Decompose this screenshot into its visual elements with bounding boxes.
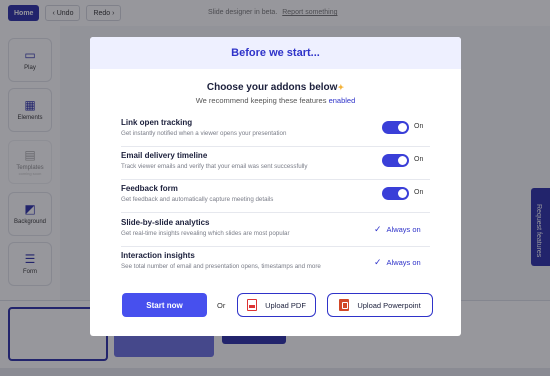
always-on-label: Always on: [386, 225, 421, 234]
feature-title: Link open tracking: [121, 118, 193, 127]
feature-title: Email delivery timeline: [121, 151, 208, 160]
toggle-state: On: [414, 123, 424, 130]
feature-slide-analytics: Slide-by-slide analytics Get real-time i…: [121, 214, 430, 247]
upload-powerpoint-label: Upload Powerpoint: [357, 300, 421, 310]
powerpoint-file-icon: [339, 299, 350, 311]
toggle-state: On: [414, 156, 424, 163]
toggle-knob: [398, 156, 407, 165]
feature-description: Get instantly notified when a viewer ope…: [121, 130, 287, 137]
email-timeline-toggle[interactable]: [382, 154, 409, 167]
or-label: Or: [217, 301, 226, 310]
feedback-form-toggle[interactable]: [382, 187, 409, 200]
addons-modal: Before we start... Choose your addons be…: [90, 37, 461, 336]
upload-pdf-button[interactable]: Upload PDF: [237, 293, 316, 317]
feature-email-delivery-timeline: Email delivery timeline Track viewer ema…: [121, 147, 430, 180]
always-on-label: Always on: [386, 258, 421, 267]
upload-powerpoint-button[interactable]: Upload Powerpoint: [327, 293, 433, 317]
modal-title: Before we start...: [90, 37, 461, 69]
check-icon: ✓: [374, 257, 382, 267]
modal-actions: Start now Or Upload PDF Upload Powerpoin…: [90, 293, 461, 317]
check-icon: ✓: [374, 224, 382, 234]
feature-title: Slide-by-slide analytics: [121, 218, 210, 227]
toggle-knob: [398, 123, 407, 132]
feature-description: See total number of email and presentati…: [121, 263, 321, 270]
feature-description: Get real-time insights revealing which s…: [121, 230, 290, 237]
toggle-state: On: [414, 189, 424, 196]
subheading-text: We recommend keeping these features: [195, 96, 327, 105]
feature-title: Interaction insights: [121, 251, 195, 260]
feature-link-open-tracking: Link open tracking Get instantly notifie…: [121, 114, 430, 147]
link-tracking-toggle[interactable]: [382, 121, 409, 134]
pdf-file-icon: [247, 299, 258, 311]
always-on-indicator: ✓ Always on: [374, 224, 421, 235]
addons-heading-text: Choose your addons below: [206, 82, 338, 93]
feature-feedback-form: Feedback form Get feedback and automatic…: [121, 180, 430, 213]
feature-title: Feedback form: [121, 184, 178, 193]
addons-subheading: We recommend keeping these features enab…: [90, 96, 461, 105]
feature-description: Get feedback and automatically capture m…: [121, 196, 274, 203]
feature-interaction-insights: Interaction insights See total number of…: [121, 247, 430, 280]
upload-pdf-label: Upload PDF: [265, 300, 306, 310]
subheading-accent: enabled: [328, 96, 356, 105]
toggle-knob: [398, 189, 407, 198]
always-on-indicator: ✓ Always on: [374, 257, 421, 268]
addons-heading: Choose your addons below✦: [90, 82, 461, 93]
sparkle-icon: ✦: [337, 83, 345, 92]
start-now-button[interactable]: Start now: [122, 293, 207, 317]
feature-description: Track viewer emails and verify that your…: [121, 163, 308, 170]
